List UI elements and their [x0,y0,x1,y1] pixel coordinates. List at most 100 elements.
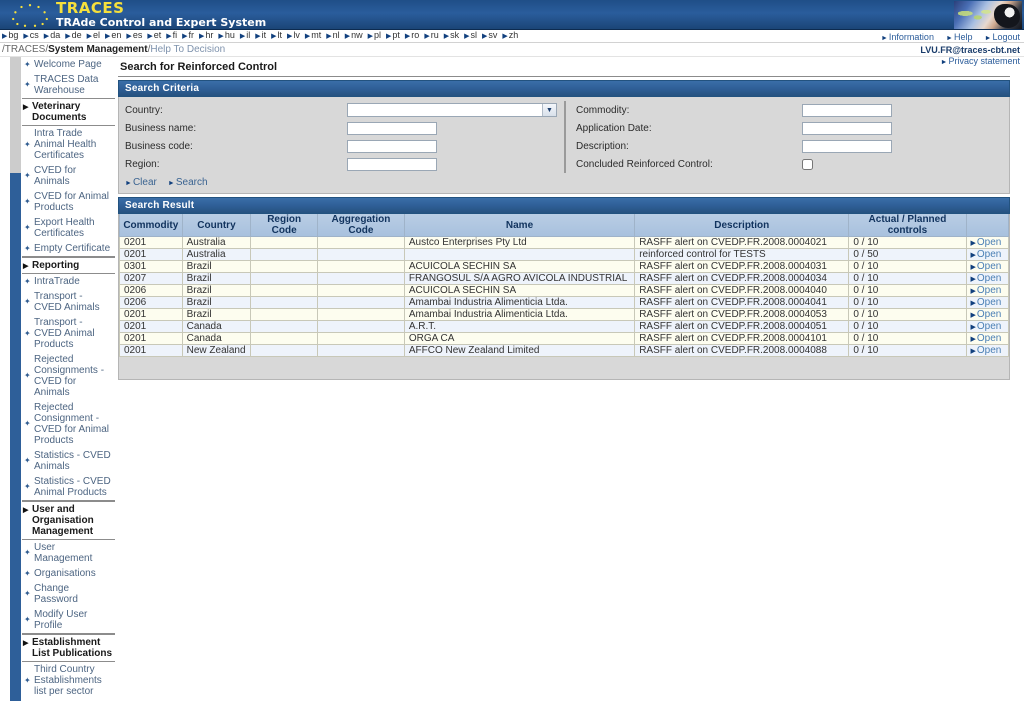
table-row[interactable]: 0301 Brazil ACUICOLA SECHIN SA RASFF alert … [119,260,1010,273]
language-link-hr[interactable]: ▶hr [199,30,213,42]
sidebar-item-label: IntraTrade [34,276,80,287]
language-link-sk[interactable]: ▶sk [444,30,459,42]
open-link[interactable]: ▶Open [970,238,1002,248]
description-input[interactable] [802,139,892,153]
cell-country: Australia [181,248,252,261]
privacy-statement-link[interactable]: ►Privacy statement [760,56,1020,68]
language-link-es[interactable]: ▶es [126,30,142,42]
open-link[interactable]: ▶Open [971,310,1002,320]
table-row[interactable]: 0201 Australia Austco Enterprises Pty Ltd R… [119,236,1010,249]
sidebar-item-modify-user-profile[interactable]: ✦ Modify User Profile [22,607,115,633]
cell-description: RASFF alert on CVEDP.FR.2008.0004101 [634,332,850,345]
help-link[interactable]: ►Help [946,32,972,42]
sidebar-item-transport-cved-animals[interactable]: ✦ Transport - CVED Animals [22,289,115,315]
table-row[interactable]: 0201 Canada A.R.T. RASFF alert on CVEDP.FR.… [119,320,1010,333]
language-link-pl[interactable]: ▶pl [368,30,381,42]
arrow-icon: ▶ [239,32,246,40]
open-link[interactable]: ▶Open [971,286,1002,296]
language-link-mt[interactable]: ▶mt [305,30,321,42]
criteria-label: Commodity: [576,104,630,116]
application-date-input[interactable] [802,121,892,135]
logout-link[interactable]: ►Logout [985,32,1020,42]
sidebar-item-transport-cved-animal-products[interactable]: ✦ Transport - CVED Animal Products [22,315,115,352]
sidebar-group-user-and-organisation-management[interactable]: ▶ User and Organisation Management [22,501,115,540]
open-link[interactable]: ▶Open [971,334,1002,344]
sidebar-item-third-country-establishments-list-per-country[interactable]: ✦Third Country Establishments list per c… [22,699,115,701]
sidebar-item-traces-data-warehouse[interactable]: ✦ TRACES Data Warehouse [22,72,115,98]
clear-button[interactable]: ►Clear [125,177,157,188]
language-link-da[interactable]: ▶da [44,30,60,42]
table-row[interactable]: 0201 New Zealand AFFCO New Zealand Limited… [119,344,1010,357]
sidebar-item-change-password[interactable]: ✦ Change Password [22,581,115,607]
language-link-lv[interactable]: ▶lv [287,30,300,42]
language-link-ru[interactable]: ▶ru [424,30,438,42]
open-link[interactable]: ▶Open [971,274,1002,284]
open-link[interactable]: ▶Open [971,250,1002,260]
sidebar-item-user-management[interactable]: ✦ User Management [22,540,115,566]
sidebar-item-empty-certificate[interactable]: ✦ Empty Certificate [22,241,115,256]
country-select[interactable]: ▼ [347,103,557,117]
language-link-lt[interactable]: ▶lt [271,30,282,42]
sidebar-item-third-country-establishments-list-per-sector[interactable]: ✦ Third Country Establishments list per s… [22,662,115,699]
language-link-sl[interactable]: ▶sl [464,30,477,42]
language-link-hu[interactable]: ▶hu [218,30,234,42]
arrow-icon: ▶ [970,347,976,355]
table-row[interactable]: 0201 Canada ORGA CA RASFF alert on CVEDP.FR… [119,332,1010,345]
sidebar-item-intra-trade-animal-health-certificates[interactable]: ✦ Intra Trade Animal Health Certificates [22,126,115,163]
arrow-icon: ▶ [970,239,976,247]
sidebar-item-cved-for-animals[interactable]: ✦ CVED for Animals [22,163,115,189]
language-link-cs[interactable]: ▶cs [23,30,38,42]
business-name-input[interactable] [347,121,437,135]
information-link[interactable]: ►Information [881,32,934,42]
language-link-it[interactable]: ▶it [255,30,266,42]
language-link-et[interactable]: ▶et [147,30,161,42]
commodity-input[interactable] [802,103,892,117]
breadcrumb-section[interactable]: System Management [48,44,147,55]
table-row[interactable]: 0206 Brazil Amambai Industria Alimenticia … [119,296,1010,309]
sidebar-item-rejected-consignment-cved-for-animal-products[interactable]: ✦ Rejected Consignment - CVED for Animal … [22,400,115,448]
search-button[interactable]: ►Search [168,177,208,188]
table-row[interactable]: 0201 Brazil Amambai Industria Alimenticia … [119,308,1010,321]
language-link-il[interactable]: ▶il [240,30,250,42]
cell-name: A.R.T. [403,320,636,333]
sidebar-group-reporting[interactable]: ▶ Reporting [22,257,115,274]
language-link-nl[interactable]: ▶nl [326,30,339,42]
sidebar-item-label: User Management [34,542,93,564]
open-link[interactable]: ▶Open [971,322,1002,332]
business-code-input[interactable] [347,139,437,153]
sidebar-item-export-health-certificates[interactable]: ✦ Export Health Certificates [22,215,115,241]
bullet-icon: ✦ [24,371,31,380]
chevron-down-icon[interactable]: ▼ [542,104,556,116]
sidebar-item-intratrade[interactable]: ✦ IntraTrade [22,274,115,289]
language-link-en[interactable]: ▶en [105,30,121,42]
sidebar-item-statistics-cved-animal-products[interactable]: ✦ Statistics - CVED Animal Products [22,474,115,500]
table-row[interactable]: 0201 Australia reinforced control for TEST… [119,248,1010,261]
language-link-el[interactable]: ▶el [87,30,100,42]
language-link-fr[interactable]: ▶fr [182,30,194,42]
table-row[interactable]: 0206 Brazil ACUICOLA SECHIN SA RASFF alert … [119,284,1010,297]
language-link-fi[interactable]: ▶fi [166,30,177,42]
open-link[interactable]: ▶Open [970,346,1002,356]
language-link-nw[interactable]: ▶nw [345,30,363,42]
cell-aggregation-code [316,308,405,321]
language-link-bg[interactable]: ▶bg [2,30,18,42]
sidebar-item-organisations[interactable]: ✦ Organisations [22,566,115,581]
concluded-reinforced-control-checkbox[interactable] [802,158,813,170]
criteria-label: Business name: [125,122,197,134]
sidebar-item-cved-for-animal-products[interactable]: ✦ CVED for Animal Products [22,189,115,215]
sidebar-group-establishment-list-publications[interactable]: ▶ Establishment List Publications [22,634,115,662]
table-row[interactable]: 0207 Brazil FRANGOSUL S/A AGRO AVICOLA IND… [119,272,1010,285]
language-link-de[interactable]: ▶de [65,30,81,42]
region-input[interactable] [347,157,437,171]
language-link-ro[interactable]: ▶ro [405,30,419,42]
sidebar-item-rejected-consignments-cved-for-animals[interactable]: ✦ Rejected Consignments - CVED for Animal… [22,352,115,400]
language-link-zh[interactable]: ▶zh [502,30,518,42]
language-link-pt[interactable]: ▶pt [386,30,400,42]
language-link-sv[interactable]: ▶sv [482,30,497,42]
sidebar-item-welcome-page[interactable]: ✦ Welcome Page [22,57,115,72]
open-link[interactable]: ▶Open [971,298,1002,308]
sidebar-item-statistics-cved-animals[interactable]: ✦ Statistics - CVED Animals [22,448,115,474]
sidebar-group-veterinary-documents[interactable]: ▶ Veterinary Documents [22,98,115,126]
open-link[interactable]: ▶Open [971,262,1002,272]
arrow-icon: ▶ [105,32,111,40]
